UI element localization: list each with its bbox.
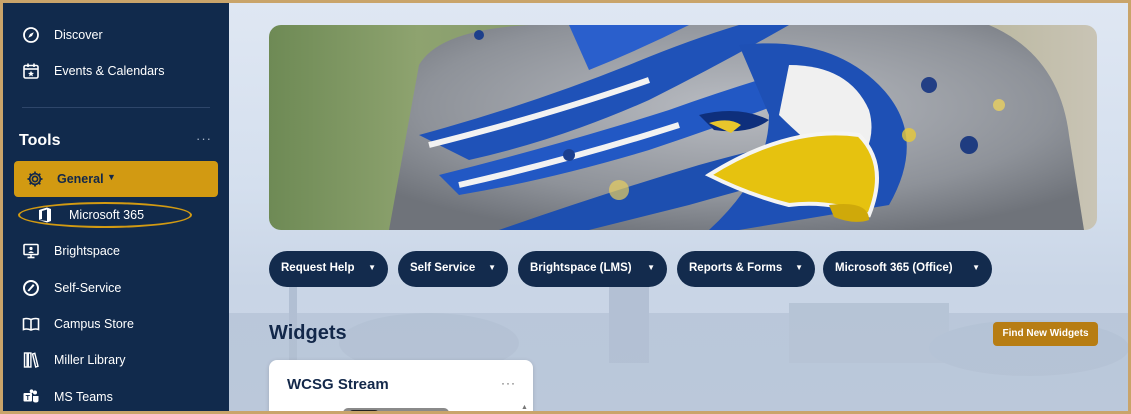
- caret-down-icon: ▼: [107, 172, 116, 182]
- sidebar-item-label: Microsoft 365: [69, 208, 145, 222]
- svg-text:T: T: [26, 395, 31, 402]
- sidebar-item-miller-library[interactable]: Miller Library: [3, 342, 229, 378]
- sidebar-item-events-calendars[interactable]: Events & Calendars: [3, 53, 229, 89]
- sidebar-item-self-service[interactable]: Self-Service: [3, 270, 229, 306]
- reports-forms-dropdown[interactable]: Reports & Forms ▼: [677, 251, 815, 287]
- caret-down-icon: ▼: [488, 263, 496, 272]
- brightspace-lms-dropdown[interactable]: Brightspace (LMS) ▼: [518, 251, 667, 287]
- office-icon: [39, 207, 51, 223]
- library-icon: [23, 352, 39, 368]
- sidebar-item-label: Events & Calendars: [54, 64, 165, 78]
- request-help-dropdown[interactable]: Request Help ▼: [269, 251, 388, 287]
- widget-more-button[interactable]: ···: [501, 376, 516, 390]
- button-label: Request Help: [281, 262, 355, 274]
- button-label: Brightspace (LMS): [530, 262, 632, 274]
- general-label: General: [57, 172, 104, 186]
- widgets-heading: Widgets: [269, 322, 347, 344]
- sidebar-item-discover[interactable]: Discover: [3, 17, 229, 53]
- sidebar-item-microsoft-365[interactable]: Microsoft 365: [3, 197, 229, 233]
- self-service-icon: [23, 280, 39, 296]
- widget-title: WCSG Stream: [287, 376, 389, 393]
- sidebar-item-brightspace[interactable]: Brightspace: [3, 233, 229, 269]
- tools-more-button[interactable]: ···: [196, 131, 212, 146]
- caret-down-icon: ▼: [972, 263, 980, 272]
- sidebar-item-label: MS Teams: [54, 390, 113, 404]
- gear-icon: [27, 171, 43, 187]
- caret-down-icon: ▼: [647, 263, 655, 272]
- tools-heading: Tools: [19, 132, 61, 149]
- caret-down-icon: ▼: [795, 263, 803, 272]
- app-window: Discover Events & Calendars Tools ··· Ge…: [0, 0, 1131, 414]
- button-label: Self Service: [410, 262, 476, 274]
- general-dropdown-button[interactable]: General ▼: [14, 161, 218, 197]
- sidebar-item-label: Discover: [54, 28, 103, 42]
- compass-icon: [23, 27, 39, 43]
- main-content: Request Help ▼ Self Service ▼ Brightspac…: [229, 3, 1128, 411]
- self-service-dropdown[interactable]: Self Service ▼: [398, 251, 508, 287]
- teams-icon: T: [23, 389, 39, 403]
- book-open-icon: [22, 317, 40, 331]
- sidebar-item-label: Miller Library: [54, 353, 126, 367]
- stream-player-control[interactable]: [349, 410, 379, 411]
- sidebar-item-ms-teams[interactable]: T MS Teams: [3, 379, 229, 411]
- button-label: Reports & Forms: [689, 262, 783, 274]
- microsoft-365-office-dropdown[interactable]: Microsoft 365 (Office) ▼: [823, 251, 992, 287]
- sidebar-item-campus-store[interactable]: Campus Store: [3, 306, 229, 342]
- button-label: Microsoft 365 (Office): [835, 262, 953, 274]
- sidebar: Discover Events & Calendars Tools ··· Ge…: [3, 3, 229, 411]
- button-label: Find New Widgets: [1002, 328, 1089, 339]
- eagle-rock-illustration: [389, 25, 1084, 230]
- widget-card-wcsg-stream: WCSG Stream ··· ▲: [269, 360, 533, 411]
- sidebar-divider: [22, 107, 210, 108]
- sidebar-item-label: Campus Store: [54, 317, 134, 331]
- calendar-star-icon: [23, 63, 39, 79]
- scroll-up-icon[interactable]: ▲: [521, 404, 528, 411]
- sidebar-item-label: Brightspace: [54, 244, 121, 258]
- sidebar-item-label: Self-Service: [54, 281, 122, 295]
- find-new-widgets-button[interactable]: Find New Widgets: [993, 322, 1098, 346]
- monitor-icon: [23, 243, 39, 259]
- hero-banner-image: [269, 25, 1097, 230]
- caret-down-icon: ▼: [368, 263, 376, 272]
